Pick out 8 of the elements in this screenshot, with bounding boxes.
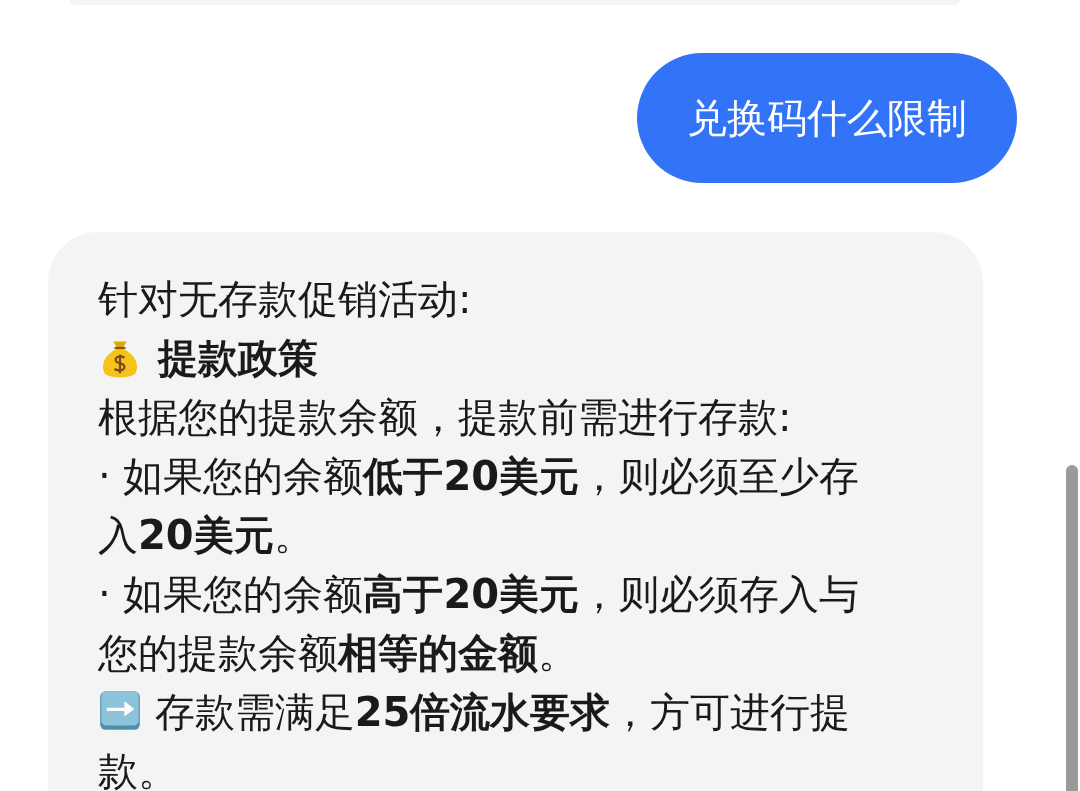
message-text: · 如果您的余额低于20美元，则必须至少存入20美元。 <box>98 452 861 560</box>
section-heading: 提款政策 <box>158 334 318 383</box>
message-text: 存款需满足25倍流水要求，方可进行提款。 <box>98 687 852 791</box>
message-text: 根据您的提款余额，提款前需进行存款: <box>98 393 793 442</box>
user-message-bubble: 兑换码什么限制 <box>637 53 1017 183</box>
scrollbar[interactable] <box>1066 465 1078 791</box>
message-text: · 如果您的余额高于20美元，则必须存入与您的提款余额相等的金额。 <box>98 570 861 678</box>
message-text: 针对无存款促销活动: <box>98 275 473 324</box>
